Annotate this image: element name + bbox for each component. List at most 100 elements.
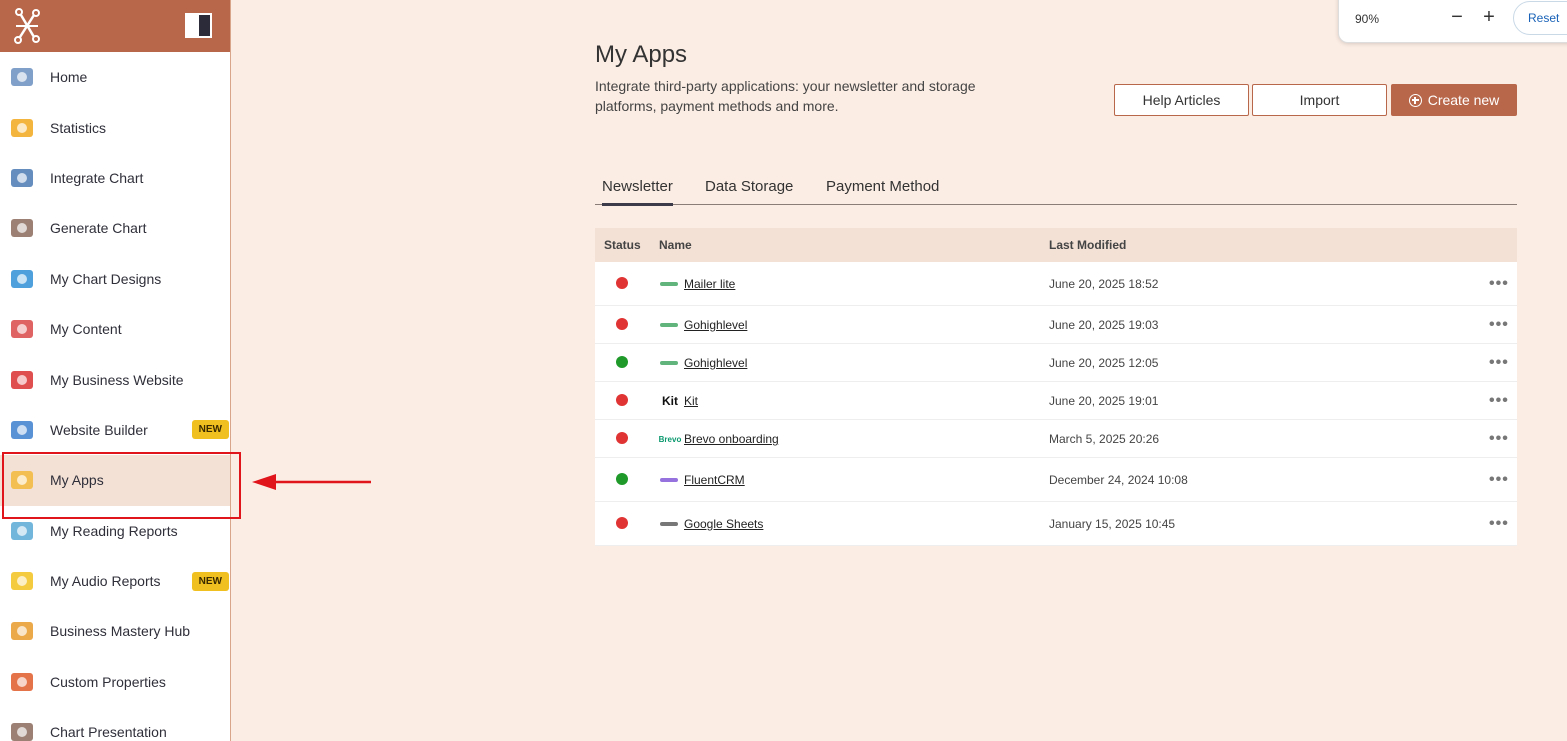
more-options-icon[interactable]: ••• (1489, 392, 1509, 410)
column-header-name[interactable]: Name (659, 238, 692, 252)
app-name-link[interactable]: FluentCRM (684, 473, 745, 487)
app-name-link[interactable]: Brevo onboarding (684, 432, 779, 446)
app-name-link[interactable]: Gohighlevel (684, 356, 747, 370)
zapier-logo (659, 518, 681, 530)
sidebar-item-custom-properties[interactable]: Custom Properties (0, 657, 230, 707)
zoom-in-button[interactable]: + (1479, 6, 1499, 29)
more-options-icon[interactable]: ••• (1489, 471, 1509, 489)
pie-chart-icon (7, 113, 37, 143)
create-new-button[interactable]: Create new (1391, 84, 1517, 116)
sidebar-item-label: Generate Chart (50, 220, 147, 237)
sidebar-item-website-builder[interactable]: Website Builder NEW (0, 405, 230, 455)
headphones-icon (7, 566, 37, 596)
app-name-link[interactable]: Google Sheets (684, 517, 763, 531)
medal-icon (7, 616, 37, 646)
app-logo-icon[interactable] (12, 6, 42, 46)
last-modified-date: June 20, 2025 18:52 (1049, 277, 1159, 291)
panel-toggle-icon (199, 15, 210, 36)
more-options-icon[interactable]: ••• (1489, 515, 1509, 533)
page-title: My Apps (595, 41, 688, 68)
sidebar-collapse-button[interactable] (185, 13, 212, 38)
gohighlevel-logo (659, 357, 681, 369)
last-modified-date: December 24, 2024 10:08 (1049, 473, 1188, 487)
more-options-icon[interactable]: ••• (1489, 430, 1509, 448)
sidebar-item-statistics[interactable]: Statistics (0, 102, 230, 152)
sidebar-item-my-chart-designs[interactable]: My Chart Designs (0, 254, 230, 304)
column-header-status[interactable]: Status (604, 238, 641, 252)
presentation-icon (7, 717, 37, 741)
monitor-chart-icon (7, 163, 37, 193)
create-new-label: Create new (1427, 92, 1500, 108)
more-options-icon[interactable]: ••• (1489, 275, 1509, 293)
sidebar-item-chart-presentation[interactable]: Chart Presentation (0, 707, 230, 741)
sidebar-item-my-audio-reports[interactable]: My Audio Reports NEW (0, 556, 230, 606)
sidebar-item-label: My Content (50, 321, 122, 338)
apps-table: Status Name Last Modified Mailer lite Jun… (595, 228, 1517, 546)
more-options-icon[interactable]: ••• (1489, 354, 1509, 372)
logo-text: Kit (662, 394, 678, 408)
sidebar-item-my-content[interactable]: My Content (0, 304, 230, 354)
home-icon (7, 62, 37, 92)
table-row: FluentCRM December 24, 2024 10:08 ••• (595, 458, 1517, 502)
table-row: Gohighlevel June 20, 2025 12:05 ••• (595, 344, 1517, 382)
tab-newsletter[interactable]: Newsletter (602, 178, 673, 206)
sidebar-item-label: My Business Website (50, 371, 184, 388)
table-row: Brevo Brevo onboarding March 5, 2025 20:26… (595, 420, 1517, 458)
zoom-out-button[interactable]: − (1447, 6, 1467, 29)
last-modified-date: January 15, 2025 10:45 (1049, 517, 1176, 531)
sidebar-item-my-reading-reports[interactable]: My Reading Reports (0, 506, 230, 556)
compass-icon (7, 213, 37, 243)
mailerlite-logo (659, 278, 681, 290)
design-tools-icon (7, 264, 37, 294)
chat-bubbles-icon (7, 314, 37, 344)
status-indicator-inactive (616, 277, 628, 289)
sidebar-item-label: Custom Properties (50, 673, 166, 690)
sidebar-item-business-mastery-hub[interactable]: Business Mastery Hub (0, 606, 230, 656)
builder-tools-icon (7, 415, 37, 445)
gohighlevel-logo (659, 319, 681, 331)
sidebar-item-home[interactable]: Home (0, 52, 230, 102)
sidebar-item-label: My Chart Designs (50, 270, 162, 287)
logo-text: Brevo (658, 434, 682, 444)
sidebar-item-label: Website Builder (50, 421, 148, 438)
tab-payment-method[interactable]: Payment Method (826, 178, 939, 195)
sidebar-item-label: Chart Presentation (50, 724, 167, 741)
sidebar-item-label: My Apps (50, 472, 104, 489)
book-icon (7, 516, 37, 546)
sidebar-nav: Home Statistics Integrate Chart Generate Ch… (0, 52, 230, 741)
last-modified-date: June 20, 2025 12:05 (1049, 356, 1159, 370)
zoom-level: 90% (1355, 12, 1380, 26)
import-button[interactable]: Import (1252, 84, 1387, 116)
app-name-link[interactable]: Gohighlevel (684, 318, 747, 332)
tab-data-storage[interactable]: Data Storage (705, 178, 793, 195)
help-articles-button[interactable]: Help Articles (1114, 84, 1249, 116)
sidebar-item-label: Home (50, 69, 88, 86)
more-options-icon[interactable]: ••• (1489, 316, 1509, 334)
table-body: Mailer lite June 20, 2025 18:52 ••• Gohighl… (595, 262, 1517, 546)
status-indicator-inactive (616, 517, 628, 529)
table-header: Status Name Last Modified (595, 228, 1517, 262)
kit-logo: Kit (659, 394, 681, 408)
table-row: Mailer lite June 20, 2025 18:52 ••• (595, 262, 1517, 306)
status-indicator-active (616, 473, 628, 485)
sidebar-item-my-business-website[interactable]: My Business Website (0, 354, 230, 404)
sidebar: Home Statistics Integrate Chart Generate Ch… (0, 0, 231, 741)
envelope-icon (7, 465, 37, 495)
annotation-arrow-icon (252, 474, 371, 490)
zoom-reset-button[interactable]: Reset (1513, 1, 1567, 35)
sidebar-item-label: Integrate Chart (50, 169, 144, 186)
table-row: Kit Kit June 20, 2025 19:01 ••• (595, 382, 1517, 420)
table-row: Google Sheets January 15, 2025 10:45 ••• (595, 502, 1517, 546)
status-indicator-inactive (616, 318, 628, 330)
sidebar-item-generate-chart[interactable]: Generate Chart (0, 203, 230, 253)
app-name-link[interactable]: Mailer lite (684, 277, 735, 291)
brevo-logo: Brevo (658, 433, 682, 445)
zoom-widget: 90% − + Reset (1338, 0, 1567, 43)
app-name-link[interactable]: Kit (684, 394, 698, 408)
sidebar-item-my-apps[interactable]: My Apps (0, 455, 230, 506)
table-row: Gohighlevel June 20, 2025 19:03 ••• (595, 306, 1517, 344)
sidebar-header (0, 0, 230, 52)
status-indicator-inactive (616, 394, 628, 406)
column-header-last-modified[interactable]: Last Modified (1049, 238, 1126, 252)
sidebar-item-integrate-chart[interactable]: Integrate Chart (0, 153, 230, 203)
